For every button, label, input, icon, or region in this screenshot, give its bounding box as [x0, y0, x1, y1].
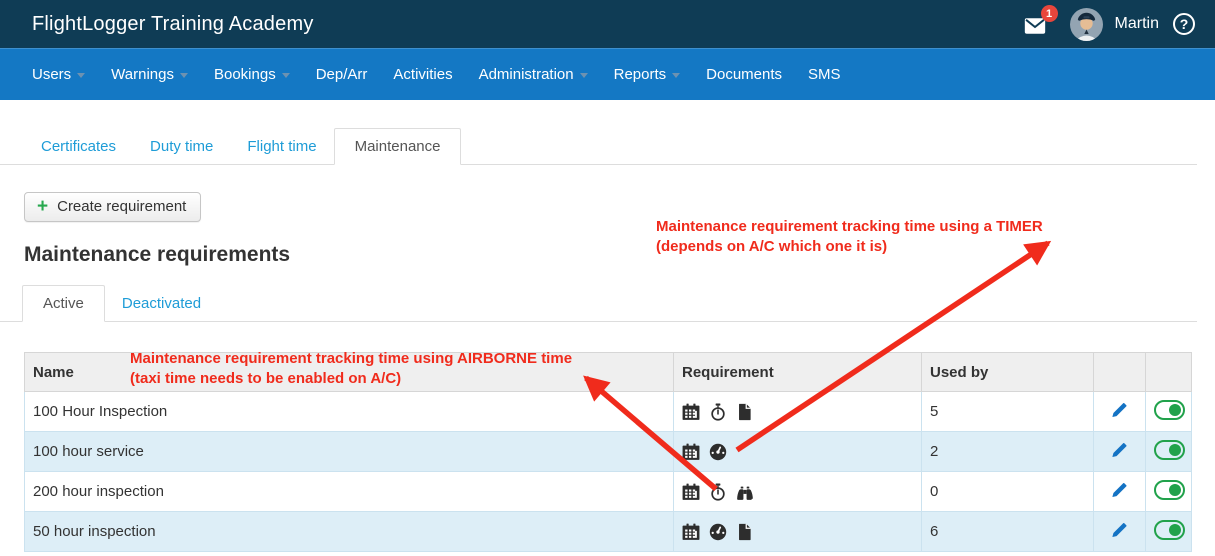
requirement-name: 100 Hour Inspection: [24, 391, 674, 432]
plus-icon: +: [37, 195, 49, 217]
used-by-count: 2: [921, 431, 1094, 472]
tab-certificates[interactable]: Certificates: [24, 129, 133, 164]
calendar-icon: [682, 403, 700, 421]
requirement-type-icons: [682, 482, 913, 501]
user-avatar[interactable]: [1069, 7, 1103, 41]
tab-duty-time[interactable]: Duty time: [133, 129, 230, 164]
nav-item-administration[interactable]: Administration: [466, 48, 601, 100]
edit-pencil-icon[interactable]: [1111, 481, 1128, 498]
annotation-timer: Maintenance requirement tracking time us…: [656, 218, 1043, 255]
table-row: 200 hour inspection 0: [24, 471, 1192, 512]
requirement-type-icons: [682, 402, 913, 421]
page: FlightLogger Training Academy 1 Martin ?: [0, 0, 1215, 556]
calendar-icon: [682, 443, 700, 461]
unread-count-badge: 1: [1040, 5, 1058, 22]
chevron-down-icon: [672, 72, 681, 78]
column-header-toggle: [1145, 352, 1192, 392]
chevron-down-icon: [281, 72, 290, 78]
edit-pencil-icon[interactable]: [1111, 401, 1128, 418]
column-header-edit: [1093, 352, 1146, 392]
used-by-count: 5: [921, 391, 1094, 432]
app-title: FlightLogger Training Academy: [32, 12, 314, 35]
table-row: 100 hour service 2: [24, 431, 1192, 472]
requirement-type-icons: [682, 523, 913, 541]
user-menu[interactable]: Martin: [1115, 15, 1159, 33]
used-by-count: 0: [921, 471, 1094, 512]
filter-tabs: Active Deactivated: [0, 285, 1197, 322]
stopwatch-icon: [709, 402, 727, 421]
edit-pencil-icon[interactable]: [1111, 521, 1128, 538]
avatar-image: [1069, 7, 1103, 41]
file-icon: [736, 403, 754, 421]
edit-pencil-icon[interactable]: [1111, 441, 1128, 458]
column-header-requirement: Requirement: [673, 352, 922, 392]
calendar-icon: [682, 523, 700, 541]
tab-maintenance[interactable]: Maintenance: [333, 128, 462, 165]
chevron-down-icon: [77, 72, 86, 78]
chevron-down-icon: [579, 72, 588, 78]
chevron-down-icon: [179, 72, 188, 78]
nav-item-users[interactable]: Users: [19, 48, 98, 100]
nav-item-activities[interactable]: Activities: [380, 48, 465, 100]
active-toggle-icon[interactable]: [1154, 399, 1185, 420]
tab-deactivated[interactable]: Deactivated: [105, 286, 218, 321]
table-row: 50 hour inspection 6: [24, 511, 1192, 552]
create-requirement-label: Create requirement: [57, 198, 187, 215]
nav-item-dep-arr[interactable]: Dep/Arr: [303, 48, 381, 100]
messages-button[interactable]: 1: [1022, 5, 1058, 36]
tab-active[interactable]: Active: [22, 285, 105, 322]
tab-flight-time[interactable]: Flight time: [230, 129, 333, 164]
column-header-used-by: Used by: [921, 352, 1094, 392]
nav-item-reports[interactable]: Reports: [601, 48, 694, 100]
help-icon[interactable]: ?: [1173, 13, 1195, 35]
requirement-type-icons: [682, 443, 913, 461]
active-toggle-icon[interactable]: [1154, 439, 1185, 460]
gauge-icon: [709, 443, 727, 461]
main-nav: Users Warnings Bookings Dep/Arr Activiti…: [0, 48, 1215, 100]
requirement-name: 200 hour inspection: [24, 471, 674, 512]
nav-item-sms[interactable]: SMS: [795, 48, 854, 100]
page-tabs: Certificates Duty time Flight time Maint…: [0, 128, 1197, 165]
header-actions: 1 Martin ?: [1022, 5, 1195, 41]
active-toggle-icon[interactable]: [1154, 479, 1185, 500]
calendar-icon: [682, 483, 700, 501]
requirement-name: 50 hour inspection: [24, 511, 674, 552]
active-toggle-icon[interactable]: [1154, 519, 1185, 540]
nav-item-documents[interactable]: Documents: [693, 48, 795, 100]
nav-item-warnings[interactable]: Warnings: [98, 48, 201, 100]
stopwatch-icon: [709, 482, 727, 501]
table-row: 100 Hour Inspection 5: [24, 391, 1192, 432]
requirement-name: 100 hour service: [24, 431, 674, 472]
file-icon: [736, 523, 754, 541]
create-requirement-button[interactable]: + Create requirement: [24, 192, 202, 222]
gauge-icon: [709, 523, 727, 541]
used-by-count: 6: [921, 511, 1094, 552]
binoculars-icon: [736, 483, 754, 501]
top-header-bar: FlightLogger Training Academy 1 Martin ?: [0, 0, 1215, 48]
annotation-airborne: Maintenance requirement tracking time us…: [130, 350, 573, 387]
nav-item-bookings[interactable]: Bookings: [201, 48, 303, 100]
